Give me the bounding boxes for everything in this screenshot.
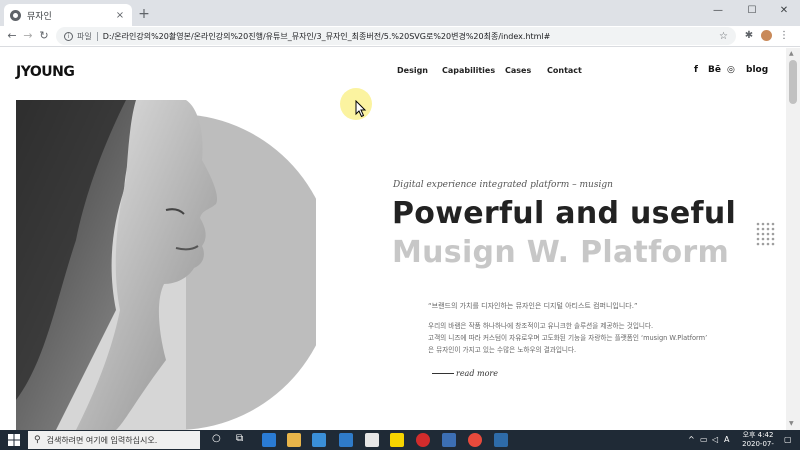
browser-toolbar: ← → ↻ i 파일 D:/온라인강의%20촬영본/온라인강의%20진행/유튜브…	[0, 26, 800, 47]
tray-chevron-icon[interactable]: ^	[688, 435, 695, 444]
ime-indicator[interactable]: A	[724, 435, 729, 444]
profile-avatar[interactable]	[761, 30, 772, 41]
site-logo[interactable]: JYOUNG	[16, 64, 75, 80]
chrome-icon[interactable]	[468, 433, 482, 447]
read-more-line	[432, 373, 454, 374]
hero-paragraph-line: 우리의 바램은 작품 하나하나에 창조적이고 유니크한 솔루션을 제공하는 것입…	[428, 322, 654, 330]
nav-capabilities[interactable]: Capabilities	[442, 66, 495, 75]
cortana-icon[interactable]: ○	[212, 433, 221, 444]
page-scrollbar[interactable]: ▲ ▼	[786, 48, 800, 430]
app-icon[interactable]	[494, 433, 508, 447]
nav-cases[interactable]: Cases	[505, 66, 531, 75]
instagram-icon[interactable]: ◎	[727, 65, 735, 75]
nav-design[interactable]: Design	[397, 66, 428, 75]
browser-tab-strip: 뮤자인 × + — ☐ ✕	[0, 0, 800, 26]
notification-icon[interactable]: ▢	[784, 435, 792, 444]
windows-taskbar: ⚲ 검색하려면 여기에 입력하십시오. ○ ⧉ ^ ▭ ◁ A 오후 4:42 …	[0, 430, 800, 450]
edge-app-icon[interactable]	[262, 433, 276, 447]
hero-portrait-image	[16, 100, 316, 430]
new-tab-button[interactable]: +	[136, 5, 152, 23]
forward-button[interactable]: →	[20, 28, 36, 44]
info-icon[interactable]: i	[64, 31, 73, 41]
mail-app-icon[interactable]	[339, 433, 353, 447]
dot-grid-decoration	[756, 222, 775, 246]
hero-paragraph-line: 고객의 니즈에 따라 커스텀이 자유로우며 고도화된 기능을 자랑하는 플랫폼인…	[428, 334, 708, 342]
hero-tagline: Digital experience integrated platform –…	[393, 180, 613, 190]
menu-icon[interactable]: ⋮	[776, 28, 792, 44]
search-icon: ⚲	[34, 435, 41, 445]
bookmark-star-icon[interactable]: ☆	[719, 31, 728, 42]
scroll-up-arrow-icon[interactable]: ▲	[789, 50, 794, 57]
file-explorer-icon[interactable]	[287, 433, 301, 447]
network-icon[interactable]: ▭	[700, 435, 708, 444]
reload-button[interactable]: ↻	[36, 28, 52, 44]
record-app-icon[interactable]	[416, 433, 430, 447]
hero-headline-primary: Powerful and useful	[392, 196, 737, 231]
hero-headline-secondary: Musign W. Platform	[392, 235, 730, 270]
windows-icon[interactable]	[8, 434, 20, 446]
url-text[interactable]: D:/온라인강의%20촬영본/온라인강의%20진행/유튜브_뮤자인/3_뮤자인_…	[103, 31, 719, 42]
close-icon[interactable]: ×	[114, 10, 126, 21]
browser-tab[interactable]: 뮤자인 ×	[4, 4, 132, 26]
tab-title: 뮤자인	[27, 11, 52, 22]
scroll-down-arrow-icon[interactable]: ▼	[789, 420, 794, 427]
taskbar-search-input[interactable]: ⚲ 검색하려면 여기에 입력하십시오.	[28, 431, 200, 449]
minimize-button[interactable]: —	[704, 2, 732, 20]
facebook-icon[interactable]: f	[694, 65, 698, 75]
task-view-icon[interactable]: ⧉	[236, 433, 243, 444]
extensions-icon[interactable]: ✱	[741, 28, 757, 44]
mouse-pointer-icon	[355, 100, 367, 118]
kakaotalk-icon[interactable]	[390, 433, 404, 447]
clock-time: 오후 4:42	[742, 431, 774, 439]
taskbar-clock[interactable]: 오후 4:42 2020-07-31	[738, 431, 778, 450]
search-placeholder: 검색하려면 여기에 입력하십시오.	[46, 435, 158, 445]
back-button[interactable]: ←	[4, 28, 20, 44]
read-more-link[interactable]: read more	[432, 369, 498, 378]
behance-icon[interactable]: Bē	[708, 65, 721, 75]
read-more-label: read more	[456, 369, 498, 378]
scroll-thumb[interactable]	[789, 60, 797, 104]
clock-date: 2020-07-31	[742, 440, 774, 450]
scheme-label: 파일	[77, 31, 92, 41]
nav-contact[interactable]: Contact	[547, 66, 582, 75]
app-icon[interactable]	[365, 433, 379, 447]
app-icon[interactable]	[442, 433, 456, 447]
blog-link[interactable]: blog	[746, 65, 768, 75]
address-bar[interactable]: i 파일 D:/온라인강의%20촬영본/온라인강의%20진행/유튜브_뮤자인/3…	[56, 27, 736, 45]
omnibox-separator	[96, 31, 98, 41]
window-close-button[interactable]: ✕	[770, 2, 798, 20]
volume-icon[interactable]: ◁	[712, 435, 718, 444]
store-app-icon[interactable]	[312, 433, 326, 447]
hero-quote: “브랜드의 가치를 디자인하는 뮤자인은 디지털 아티스트 컴퍼니입니다.”	[428, 302, 638, 310]
maximize-button[interactable]: ☐	[738, 2, 766, 20]
page-viewport: JYOUNG Design Capabilities Cases Contact…	[0, 48, 786, 430]
hero-paragraph-line: 은 뮤자인이 가지고 있는 수많은 노하우의 결과입니다.	[428, 346, 577, 354]
globe-icon	[10, 9, 21, 21]
